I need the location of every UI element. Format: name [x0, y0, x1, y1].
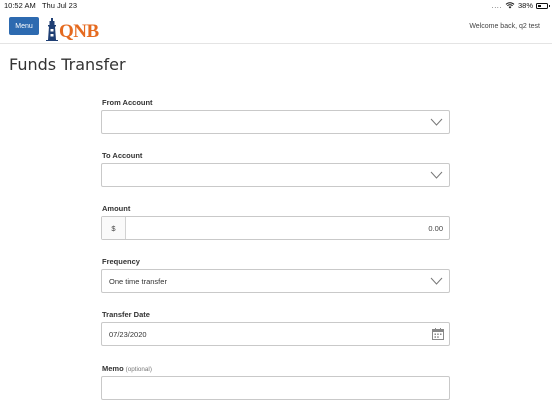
transfer-date-input[interactable]: 07/23/2020 — [101, 322, 450, 346]
wifi-icon — [505, 2, 515, 9]
amount-label: Amount — [102, 204, 131, 213]
memo-label-text: Memo — [102, 364, 124, 373]
battery-icon — [536, 2, 550, 9]
memo-input[interactable] — [101, 376, 450, 400]
from-account-label: From Account — [102, 98, 153, 107]
from-account-select[interactable] — [101, 110, 450, 134]
to-account-label: To Account — [102, 151, 143, 160]
app-header: Menu QNB Welcome back, q2 test — [0, 12, 552, 44]
signal-dots: .... — [491, 1, 502, 10]
transfer-date-value: 07/23/2020 — [109, 330, 147, 339]
chevron-down-icon — [430, 118, 443, 126]
status-right: .... 38% — [491, 1, 550, 10]
welcome-text: Welcome back, q2 test — [469, 23, 540, 30]
status-bar: 10:52 AM Thu Jul 23 .... 38% — [0, 0, 552, 12]
currency-prefix: $ — [102, 217, 126, 239]
status-time: 10:52 AM Thu Jul 23 — [4, 1, 77, 10]
frequency-value: One time transfer — [109, 277, 167, 286]
menu-button[interactable]: Menu — [9, 17, 39, 35]
logo-text: QNB — [59, 21, 99, 42]
memo-optional-hint: (optional) — [125, 366, 152, 373]
frequency-label: Frequency — [102, 257, 140, 266]
to-account-select[interactable] — [101, 163, 450, 187]
lighthouse-logo-icon — [46, 18, 58, 41]
memo-label: Memo (optional) — [102, 364, 152, 373]
page-title: Funds Transfer — [9, 55, 126, 74]
chevron-down-icon — [430, 171, 443, 179]
frequency-select[interactable]: One time transfer — [101, 269, 450, 293]
qnb-logo[interactable]: QNB — [46, 15, 106, 41]
chevron-down-icon — [430, 277, 443, 285]
transfer-date-label: Transfer Date — [102, 310, 150, 319]
amount-input[interactable]: $ 0.00 — [101, 216, 450, 240]
amount-value: 0.00 — [428, 224, 443, 233]
calendar-icon[interactable] — [432, 328, 444, 340]
battery-percent: 38% — [517, 1, 533, 10]
